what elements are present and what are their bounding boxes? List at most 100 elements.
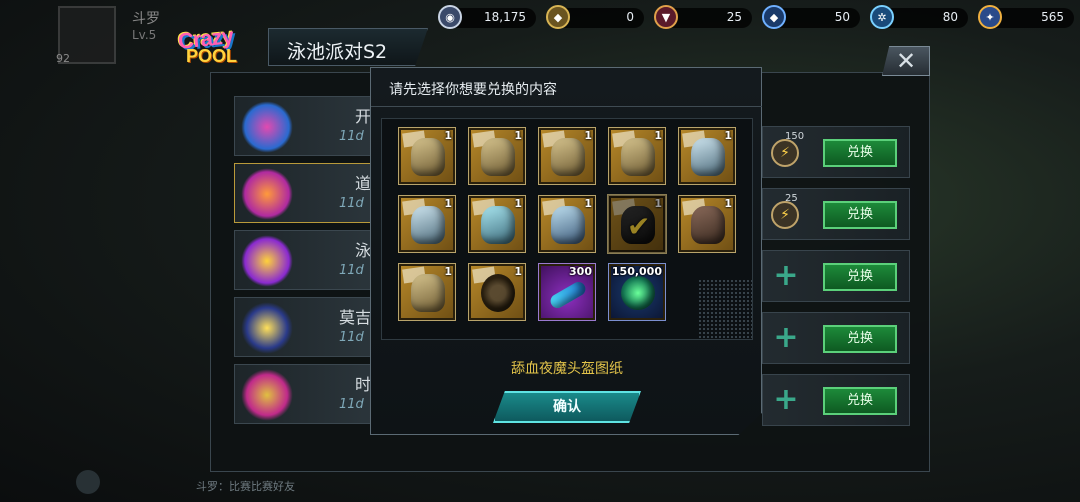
- event-logo: Crazy POOL: [168, 12, 268, 68]
- currency-gear-token[interactable]: ✲ 80: [870, 5, 968, 29]
- exchange-button[interactable]: 兑换: [823, 263, 897, 291]
- event-title: 泳池派对S2: [287, 41, 388, 63]
- helmet-icon: [411, 138, 445, 176]
- event-list-item-name: 泳: [355, 241, 372, 260]
- item-count: 1: [444, 197, 452, 210]
- item-count: 1: [654, 197, 662, 210]
- blueprint-item[interactable]: 1: [398, 263, 456, 321]
- item-count: 1: [514, 129, 522, 142]
- item-count: 1: [444, 265, 452, 278]
- item-count: 1: [584, 129, 592, 142]
- item-count: 300: [569, 265, 592, 278]
- blueprint-item[interactable]: 1: [468, 195, 526, 253]
- armor-icon: [691, 206, 725, 244]
- blueprint-item-selected[interactable]: 1 ✔: [608, 195, 666, 253]
- item-count: 1: [514, 197, 522, 210]
- currency-coin[interactable]: ◉ 18,175: [438, 5, 536, 29]
- blueprint-item[interactable]: 1: [608, 127, 666, 185]
- item-count: 1: [654, 129, 662, 142]
- dna-icon: [548, 279, 588, 311]
- close-icon: ✕: [895, 47, 917, 75]
- currency-value: 0: [626, 10, 634, 24]
- bolt-icon: ⚡: [771, 139, 799, 167]
- event-list-item-time: 11d: [339, 330, 364, 345]
- dialog-title: 请先选择你想要兑换的内容: [389, 82, 557, 98]
- currency-gold-badge[interactable]: ◆ 0: [546, 5, 644, 29]
- event-list-item[interactable]: 道 11d: [234, 163, 374, 223]
- item-count: 1: [514, 265, 522, 278]
- confirm-button[interactable]: 确认: [493, 391, 641, 423]
- snorkel-mask-icon: [241, 168, 293, 220]
- divider: [371, 106, 762, 107]
- exchange-button[interactable]: 兑换: [823, 325, 897, 353]
- player-name: 斗罗: [132, 11, 160, 27]
- close-button[interactable]: ✕: [882, 46, 930, 76]
- event-list-item-name: 道: [355, 174, 372, 193]
- event-title-banner: 泳池派对S2: [268, 28, 428, 66]
- currency-red-gem[interactable]: ▼ 25: [654, 5, 752, 29]
- exchange-row: ⚡ 150 兑换: [762, 126, 910, 178]
- exchange-row: ⚡ 25 兑换: [762, 188, 910, 240]
- armor-icon: [481, 206, 515, 244]
- item-count: 1: [584, 197, 592, 210]
- blueprint-item[interactable]: 1: [398, 195, 456, 253]
- player-level: Lv.5: [132, 28, 157, 42]
- blueprint-item[interactable]: 1: [538, 195, 596, 253]
- item-count: 1: [444, 129, 452, 142]
- dna-item[interactable]: 300: [538, 263, 596, 321]
- event-logo-line2: POOL: [186, 46, 238, 66]
- blueprint-item[interactable]: 1: [678, 195, 736, 253]
- currency-value: 565: [1041, 10, 1064, 24]
- event-list-item[interactable]: 开 11d: [234, 96, 374, 156]
- item-count: 1: [724, 129, 732, 142]
- event-list-item-name: 莫吉: [339, 308, 372, 327]
- gold-badge-icon: ◆: [546, 5, 570, 29]
- plus-icon[interactable]: +: [771, 385, 801, 415]
- currency-medal[interactable]: ✦ 565: [978, 5, 1074, 29]
- event-list-item-time: 11d: [339, 196, 364, 211]
- energy-core-item[interactable]: 150,000: [608, 263, 666, 321]
- plus-icon[interactable]: +: [771, 261, 801, 291]
- item-count: 1: [724, 197, 732, 210]
- friends-icon[interactable]: [76, 470, 100, 494]
- selected-item-name: 舔血夜魔头盔图纸: [511, 361, 623, 377]
- event-list-item-time: 11d: [339, 263, 364, 278]
- currency-blue-gem[interactable]: ◆ 50: [762, 5, 860, 29]
- red-gem-icon: ▼: [654, 5, 678, 29]
- plus-icon[interactable]: +: [771, 323, 801, 353]
- exchange-button[interactable]: 兑换: [823, 139, 897, 167]
- chat-message[interactable]: 斗罗：比赛比赛好友: [196, 478, 295, 494]
- currency-value: 18,175: [484, 10, 526, 24]
- exchange-row-badge: 150: [785, 131, 805, 142]
- currency-value: 50: [834, 10, 850, 24]
- gear-token-icon: ✲: [870, 5, 894, 29]
- medal-icon: ✦: [978, 5, 1002, 29]
- gauntlet-icon: [411, 206, 445, 244]
- pool-toy-icon: [241, 101, 293, 153]
- exchange-button[interactable]: 兑换: [823, 201, 897, 229]
- wheel-icon: [481, 274, 515, 312]
- energy-core-icon: [621, 276, 655, 310]
- event-list-item[interactable]: 泳 11d: [234, 230, 374, 290]
- event-list-item[interactable]: 时 11d: [234, 364, 374, 424]
- boots-icon: [411, 274, 445, 312]
- blueprint-item[interactable]: 1: [678, 127, 736, 185]
- stars-gift-icon: [241, 235, 293, 287]
- exchange-row: + 兑换: [762, 312, 910, 364]
- event-list-item-time: 11d: [339, 397, 364, 412]
- blueprint-item[interactable]: 1: [468, 127, 526, 185]
- currency-value: 25: [726, 10, 742, 24]
- event-list-item[interactable]: 莫吉 11d: [234, 297, 374, 357]
- blueprint-item[interactable]: 1: [468, 263, 526, 321]
- event-list-item-name: 时: [355, 375, 372, 394]
- boots-icon: [551, 206, 585, 244]
- blueprint-item[interactable]: 1: [538, 127, 596, 185]
- grid-texture: [698, 279, 752, 339]
- masquerade-mask-icon: [241, 369, 293, 421]
- checkmark-icon: ✔: [627, 210, 651, 243]
- blueprint-item[interactable]: 1: [398, 127, 456, 185]
- helmet-icon: [621, 138, 655, 176]
- exchange-button[interactable]: 兑换: [823, 387, 897, 415]
- armor-icon: [481, 138, 515, 176]
- item-count: 150,000: [611, 265, 662, 278]
